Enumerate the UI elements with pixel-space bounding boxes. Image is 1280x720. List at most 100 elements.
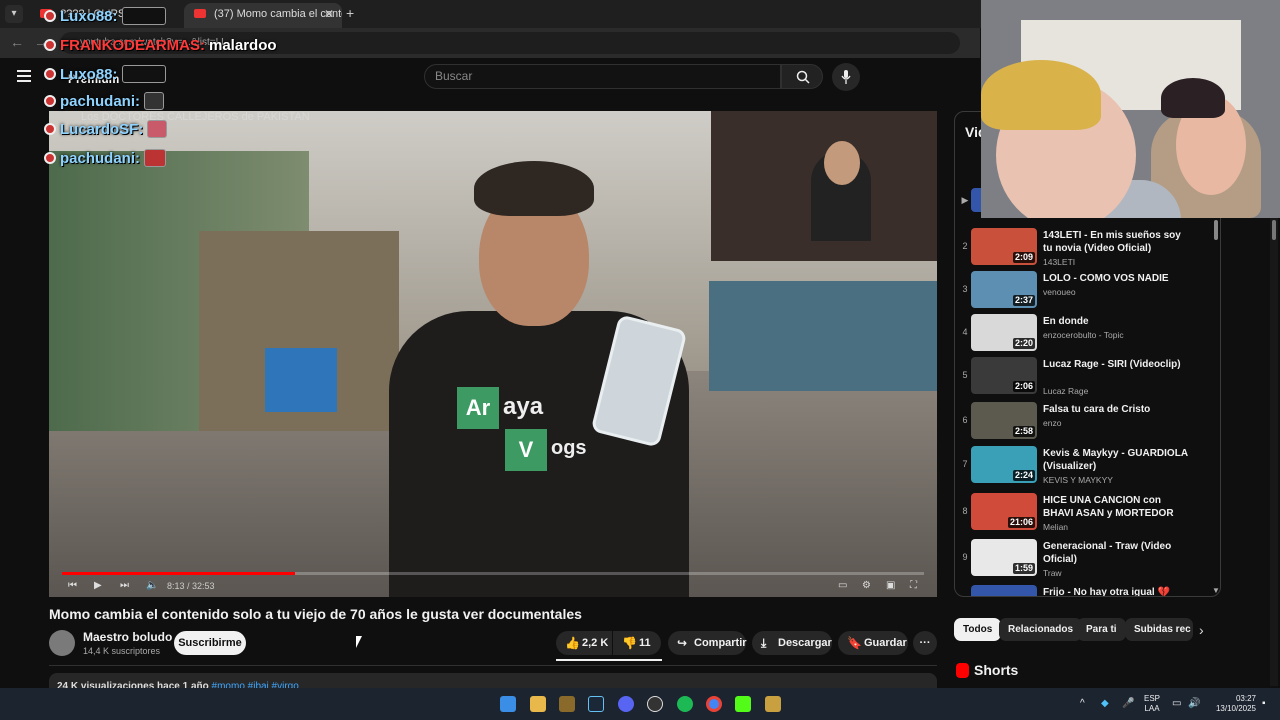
notification-icon[interactable]: ▪ [1262,698,1266,709]
video-duration: 2:09 [1012,252,1035,263]
video-frame-hair [474,161,594,216]
playlist-item-title: HICE UNA CANCION con BHAVI ASAN y MORTED… [1043,495,1174,519]
voice-search-button[interactable] [832,63,860,91]
playlist-item-title: En donde [1043,316,1089,327]
search-icon [796,70,810,84]
scroll-down-icon[interactable]: ▼ [1212,586,1220,595]
shorts-heading: Shorts [974,662,1019,678]
playlist-item-channel: enzo [1043,418,1062,428]
playlist-item-title: Falsa tu cara de Cristo [1043,404,1151,415]
chat-username: FRANKODEARMAS: [60,36,205,54]
save-button[interactable]: 🔖 Guardar [838,631,908,655]
playlist-item[interactable]: 3 2:37 LOLO - COMO VOS NADIE venoueo [955,270,1220,314]
monitor-icon[interactable]: ▭ [1172,698,1181,709]
channel-avatar[interactable] [49,630,75,656]
playlist-thumbnail: 1:59 [971,539,1037,576]
page-scrollbar-thumb[interactable] [1272,220,1276,240]
microphone-icon [841,70,851,84]
playlist-item[interactable]: 6 2:58 Falsa tu cara de Cristo enzo [955,401,1220,445]
spotify-icon[interactable] [677,696,693,712]
subscribe-button[interactable]: Suscribirme [174,631,246,655]
page-scrollbar[interactable] [1270,216,1278,686]
kick-icon[interactable] [735,696,751,712]
miniplayer-icon[interactable]: ▣ [886,581,896,591]
browser-tab-active[interactable]: (37) Momo cambia el conte ✕ [184,3,342,28]
playlist-item[interactable]: 4 2:20 En donde enzocerobulto - Topic [955,313,1220,357]
chat-emote-icon [121,7,166,25]
playlist-item[interactable]: 10Frijo - No hay otra igual 💔▼ [955,584,1220,597]
chat-message: Luxo88: [44,63,166,85]
shirt-logo-text: aya [503,393,544,420]
volume-icon[interactable]: 🔈 [146,581,158,591]
menu-icon[interactable] [17,70,31,85]
more-icon: ··· [919,637,931,649]
language-indicator[interactable]: ESP LAA [1140,694,1164,714]
chrome-icon[interactable] [706,696,722,712]
video-duration: 21:06 [1007,517,1035,528]
subtitles-icon[interactable]: ▭ [838,581,848,591]
settings-icon[interactable]: ⚙ [862,581,872,591]
playlist-item[interactable]: 5 2:06 Lucaz Rage - SIRI (Videoclip) Lucaz … [955,356,1220,400]
microphone-icon[interactable]: 🎤 [1122,698,1134,709]
thumbs-down-icon: 👎 [622,636,637,650]
fullscreen-icon[interactable]: ⛶ [910,581,920,591]
download-button[interactable]: ⤓ Descargar [752,631,832,655]
language-code: ESP [1143,694,1160,703]
now-playing-icon: ▶ [961,195,969,205]
obs-icon[interactable] [647,696,663,712]
steam-icon[interactable] [588,696,604,712]
playlist-scrollbar[interactable] [1214,220,1218,240]
video-player[interactable]: Ar aya V ogs Los DOCTORES CALLEJEROS de … [49,111,937,597]
next-icon[interactable]: ⏭ [120,581,130,591]
discord-icon[interactable] [618,696,634,712]
file-explorer-icon[interactable] [530,696,546,712]
chat-message: LucardoSF: [44,118,168,140]
playlist-item[interactable]: 7 2:24 Kevis & Maykyy - GUARDIOLA (Visuali… [955,445,1220,489]
new-tab-button[interactable]: + [346,5,354,21]
playlist-item[interactable]: 2 2:09 143LETI - En mis sueños soy tu novi… [955,227,1220,271]
chevron-up-icon[interactable]: ^ [1080,698,1085,709]
dislike-button[interactable]: 👎 11 [613,631,661,655]
chat-message: pachudani: [44,90,165,112]
back-arrow-icon[interactable]: ← [10,34,24,50]
more-actions-button[interactable]: ··· [913,631,937,655]
chip-para-ti[interactable]: Para ti [1077,618,1126,641]
play-icon[interactable]: ▶ [94,581,104,591]
chip-subidas-recientes[interactable]: Subidas rec [1125,618,1193,641]
close-tab-icon[interactable]: ✕ [324,3,334,25]
share-button[interactable]: ↪ Compartir [668,631,747,655]
start-windows-icon[interactable] [500,696,516,712]
chat-badge-icon [44,95,56,107]
like-count: 2,2 K [582,637,609,649]
previous-icon[interactable]: ⏮ [68,581,78,591]
chip-todos[interactable]: Todos [954,618,1002,641]
chat-text: malardoo [209,36,277,54]
playlist-item[interactable]: 9 1:59 Generacional - Traw (Video Oficial)… [955,538,1220,582]
player-controls: ⏮ ▶ ⏭ 🔈 8:13 / 32:53 ▭ ⚙ ▣ ⛶ [62,579,924,595]
channel-name[interactable]: Maestro boludo [83,630,172,644]
video-duration: 2:58 [1012,426,1035,437]
search-button[interactable] [781,64,823,89]
playlist-item-channel: venoueo [1043,287,1076,297]
chevron-right-icon[interactable]: › [1199,622,1204,638]
playlist-item-title: 143LETI - En mis sueños soy tu novia (Vi… [1043,230,1181,254]
playlist-item-channel: Lucaz Rage [1043,386,1089,396]
video-duration: 2:20 [1012,338,1035,349]
search-input[interactable]: Buscar [424,64,781,89]
chat-message: Luxo88: [44,5,166,27]
app-icon[interactable] [765,696,781,712]
chat-message: pachudani: [44,147,167,169]
volume-icon[interactable]: 🔊 [1188,698,1200,709]
chat-badge-icon [44,68,56,80]
playlist-thumbnail: 21:06 [971,493,1037,530]
progress-bar[interactable] [62,572,924,575]
clock[interactable]: 03:27 13/10/2025 [1206,694,1256,714]
like-button[interactable]: 👍 2,2 K [556,631,612,655]
chip-relacionados[interactable]: Relacionados [999,618,1083,641]
network-app-icon[interactable]: ◆ [1101,698,1109,709]
playlist-item-title: Frijo - No hay otra igual 💔 [1043,587,1170,597]
app-icon[interactable] [559,696,575,712]
playlist-item[interactable]: 8 21:06 HICE UNA CANCION con BHAVI ASAN y … [955,492,1220,536]
tab-search-menu[interactable]: ▾ [5,5,23,23]
bookmark-icon: 🔖 [847,636,862,650]
